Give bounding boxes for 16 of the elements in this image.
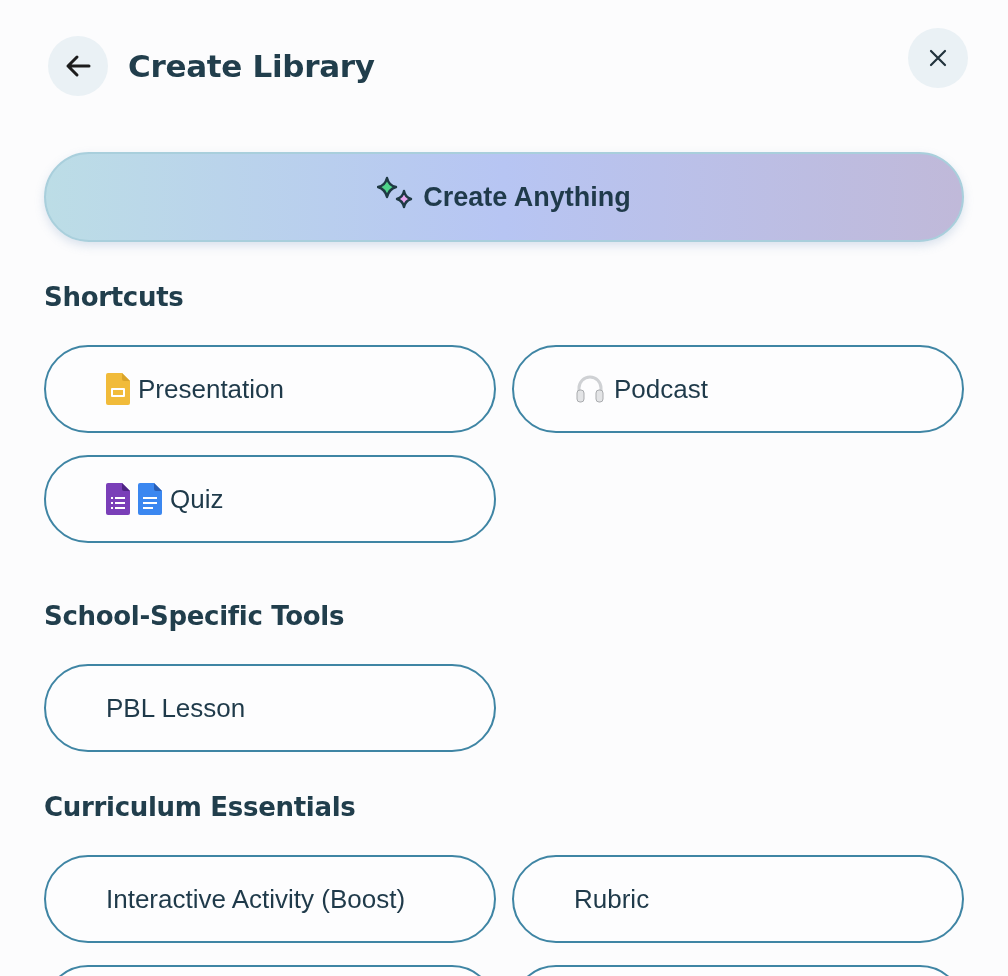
create-anything-button[interactable]: Create Anything [44, 152, 964, 242]
option-button[interactable]: PBL Lesson [44, 664, 496, 752]
option-button[interactable]: Interactive Activity (Boost) [44, 855, 496, 943]
option-button[interactable]: Podcast [512, 345, 964, 433]
presentation-icon [106, 373, 130, 405]
page-title: Create Library [128, 48, 375, 84]
headphones-icon [574, 373, 606, 405]
document-icon [138, 483, 162, 515]
option-button[interactable]: Quiz [44, 455, 496, 543]
section-heading: Curriculum Essentials [44, 792, 357, 822]
option-button[interactable]: Presentation [44, 345, 496, 433]
section-heading: Shortcuts [44, 282, 185, 312]
section-heading: School-Specific Tools [44, 601, 346, 631]
option-button[interactable]: Rubric [512, 855, 964, 943]
close-icon [928, 48, 948, 68]
form-icon [106, 483, 130, 515]
